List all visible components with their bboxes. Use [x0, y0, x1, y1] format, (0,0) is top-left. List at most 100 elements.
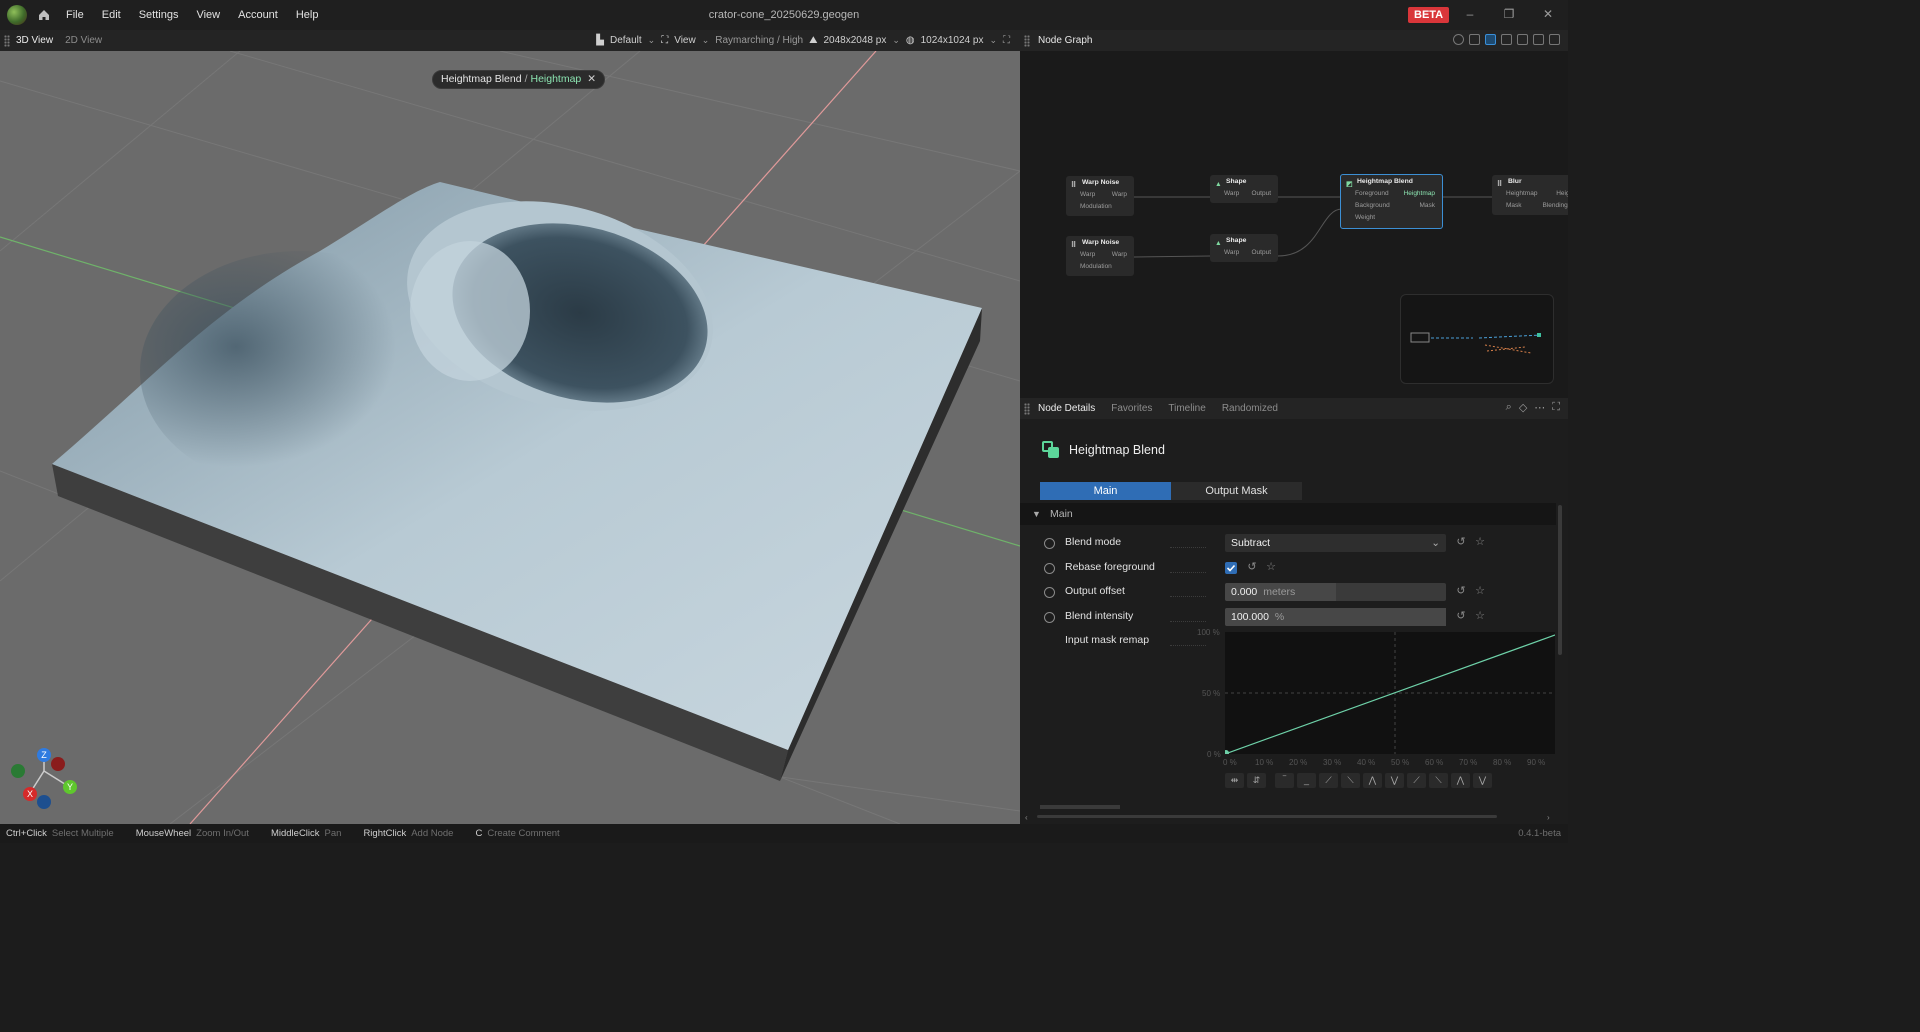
node-shape-1[interactable]: ▲ Shape Warp Output	[1210, 175, 1278, 203]
diamond-icon[interactable]: ◇	[1519, 401, 1527, 414]
chevron-down-icon[interactable]: ⌄	[892, 35, 900, 46]
tab-3d-view[interactable]: 3D View	[10, 35, 59, 46]
node-graph-canvas[interactable]: ⠿ Warp Noise Warp Warp Modulation ⠿ Warp No…	[1020, 51, 1568, 398]
keyframe-radio[interactable]	[1044, 612, 1055, 623]
list-icon[interactable]	[1469, 34, 1480, 45]
node-input[interactable]: Warp	[1224, 247, 1239, 259]
node-graph-minimap[interactable]	[1400, 294, 1554, 384]
node-input[interactable]: Heightmap	[1506, 188, 1537, 200]
reset-icon[interactable]: ↺	[1246, 561, 1258, 573]
keyframe-radio[interactable]	[1044, 538, 1055, 549]
home-icon[interactable]	[37, 8, 51, 22]
curve-preset-high-icon[interactable]: ‾	[1275, 773, 1294, 788]
node-output[interactable]: Warp	[1112, 189, 1127, 201]
curve-preset-ease-in-icon[interactable]: ⟋	[1407, 773, 1426, 788]
blend-mode-select[interactable]: Subtract ⌄	[1225, 534, 1446, 552]
node-output[interactable]: Output	[1251, 247, 1271, 259]
close-icon[interactable]: ✕	[587, 71, 596, 88]
star-icon[interactable]: ☆	[1474, 610, 1486, 622]
tab-favorites[interactable]: Favorites	[1103, 403, 1160, 414]
chevron-down-icon[interactable]: ⌄	[648, 35, 656, 46]
output-offset-slider[interactable]: 0.000 meters	[1225, 583, 1446, 601]
curve-preset-peak-icon[interactable]: ⋀	[1363, 773, 1382, 788]
node-blur[interactable]: ⠿ Blur Heightmap Height Mask Blending M	[1492, 175, 1568, 215]
render-mode[interactable]: Raymarching / High	[715, 35, 803, 46]
beta-badge[interactable]: BETA	[1408, 7, 1450, 23]
menu-view[interactable]: View	[187, 0, 229, 30]
node-input[interactable]: Background	[1355, 200, 1390, 212]
chevron-down-icon[interactable]: ⌄	[702, 35, 710, 46]
node-warp-noise-1[interactable]: ⠿ Warp Noise Warp Warp Modulation	[1066, 176, 1134, 216]
subtab-main[interactable]: Main	[1040, 482, 1171, 500]
input-mask-remap-curve[interactable]	[1223, 632, 1556, 756]
curve-preset-bump-icon[interactable]: ⋀	[1451, 773, 1470, 788]
curve-preset-valley-icon[interactable]: ⋁	[1385, 773, 1404, 788]
node-output[interactable]: Blending M	[1542, 200, 1568, 212]
more-icon[interactable]: ⋯	[1534, 401, 1545, 414]
node-output[interactable]: Output	[1251, 188, 1271, 200]
node-input[interactable]: Modulation	[1080, 201, 1112, 213]
minimize-icon[interactable]: –	[1463, 7, 1477, 21]
search-icon[interactable]	[1453, 34, 1464, 45]
expand-icon[interactable]: ⛶	[1552, 401, 1560, 414]
node-heightmap-blend[interactable]: ◩ Heightmap Blend Foreground Heightmap Bac…	[1340, 174, 1443, 229]
minimap-toggle-icon[interactable]	[1485, 34, 1496, 45]
tab-timeline[interactable]: Timeline	[1160, 403, 1213, 414]
rebase-foreground-checkbox[interactable]	[1225, 562, 1237, 574]
layers-icon[interactable]	[1501, 34, 1512, 45]
view-select[interactable]: View	[674, 35, 696, 46]
chevron-down-icon[interactable]: ⌄	[989, 35, 997, 46]
node-shape-2[interactable]: ▲ Shape Warp Output	[1210, 234, 1278, 262]
node-output[interactable]: Warp	[1112, 249, 1127, 261]
frame-icon[interactable]	[1533, 34, 1544, 45]
curve-preset-low-icon[interactable]: _	[1297, 773, 1316, 788]
keyframe-radio[interactable]	[1044, 587, 1055, 598]
tab-randomized[interactable]: Randomized	[1214, 403, 1286, 414]
star-icon[interactable]: ☆	[1265, 561, 1277, 573]
menu-help[interactable]: Help	[287, 0, 328, 30]
curve-preset-ease-out-icon[interactable]: ⟍	[1429, 773, 1448, 788]
fit-view-icon[interactable]	[1517, 34, 1528, 45]
resolution-select[interactable]: 2048x2048 px	[823, 35, 886, 46]
node-output[interactable]: Height	[1556, 188, 1568, 200]
menu-settings[interactable]: Settings	[130, 0, 188, 30]
reset-icon[interactable]: ↺	[1455, 585, 1467, 597]
details-horizontal-scrollbar[interactable]: ‹ ›	[1025, 813, 1555, 820]
tab-2d-view[interactable]: 2D View	[59, 35, 108, 46]
star-icon[interactable]: ☆	[1474, 585, 1486, 597]
search-icon[interactable]: ⌕	[1506, 401, 1512, 414]
close-window-icon[interactable]: ✕	[1541, 7, 1555, 21]
node-warp-noise-2[interactable]: ⠿ Warp Noise Warp Warp Modulation	[1066, 236, 1134, 276]
reset-icon[interactable]: ↺	[1455, 536, 1467, 548]
node-input[interactable]: Weight	[1355, 212, 1375, 224]
preset-select[interactable]: Default	[610, 35, 642, 46]
subtab-output-mask[interactable]: Output Mask	[1171, 482, 1302, 500]
keyframe-radio[interactable]	[1044, 563, 1055, 574]
curve-preset-dip-icon[interactable]: ⋁	[1473, 773, 1492, 788]
orientation-gizmo[interactable]: Z Y X	[11, 748, 77, 809]
breadcrumb-output[interactable]: Heightmap	[530, 71, 581, 88]
node-input[interactable]: Foreground	[1355, 188, 1389, 200]
restore-icon[interactable]: ❐	[1502, 7, 1516, 21]
blend-intensity-slider[interactable]: 100.000 %	[1225, 608, 1446, 626]
flip-vertical-icon[interactable]: ⇵	[1247, 773, 1266, 788]
node-input[interactable]: Warp	[1080, 189, 1095, 201]
star-icon[interactable]: ☆	[1474, 536, 1486, 548]
reset-icon[interactable]: ↺	[1455, 610, 1467, 622]
viewport-3d[interactable]: Z Y X Heightmap Blend / Heightmap ✕	[0, 51, 1020, 824]
preview-resolution-select[interactable]: 1024x1024 px	[921, 35, 984, 46]
curve-control-point[interactable]	[1223, 750, 1229, 756]
curve-preset-linear-icon[interactable]: ⟋	[1319, 773, 1338, 788]
node-output[interactable]: Mask	[1419, 200, 1435, 212]
details-scrollbar[interactable]	[1558, 505, 1562, 655]
fullscreen-icon[interactable]: ⛶	[1003, 35, 1010, 46]
node-output[interactable]: Heightmap	[1404, 188, 1435, 200]
section-main-header[interactable]: ▼ Main	[1020, 503, 1556, 525]
breadcrumb-node[interactable]: Heightmap Blend	[441, 71, 522, 88]
menu-edit[interactable]: Edit	[93, 0, 130, 30]
panel-grip-icon[interactable]	[1024, 34, 1030, 47]
menu-file[interactable]: File	[57, 0, 93, 30]
curve-preset-inverse-icon[interactable]: ⟍	[1341, 773, 1360, 788]
menu-account[interactable]: Account	[229, 0, 287, 30]
tab-node-details[interactable]: Node Details	[1030, 403, 1103, 414]
